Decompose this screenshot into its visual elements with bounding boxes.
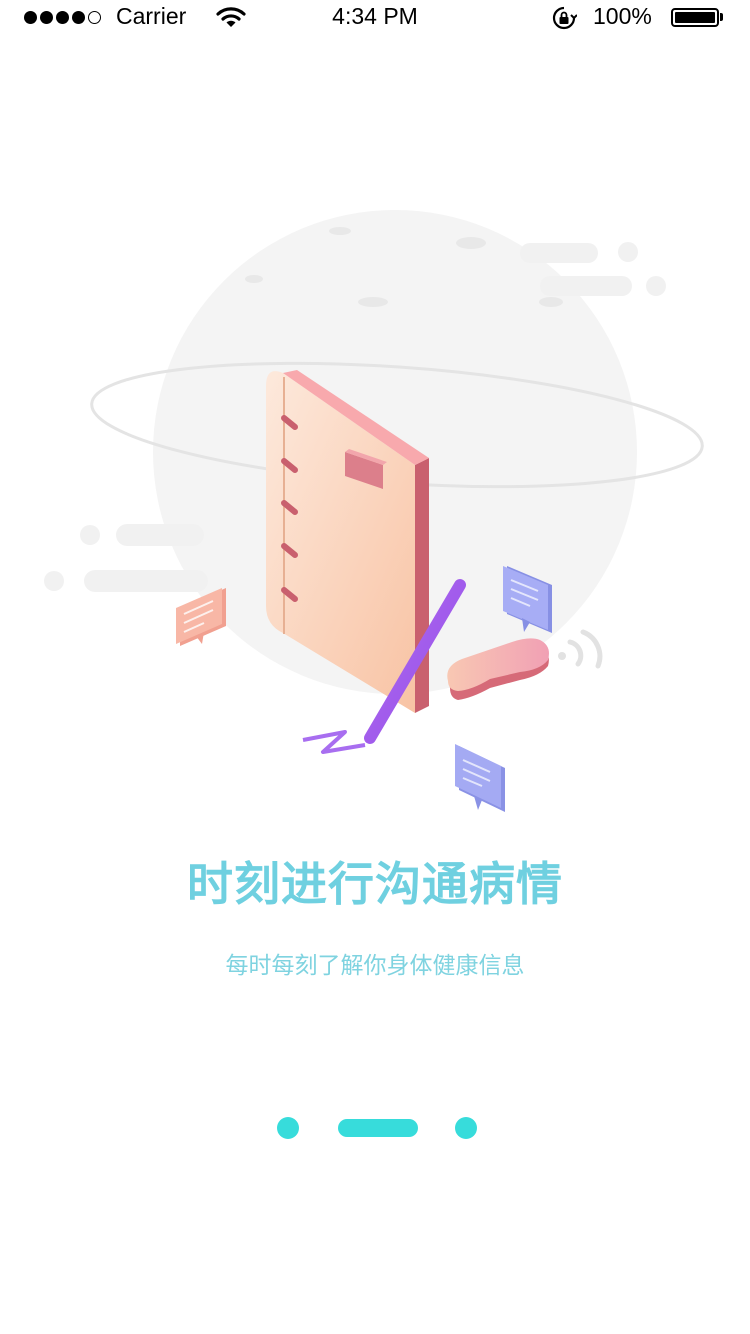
page-subtitle: 每时每刻了解你身体健康信息 xyxy=(225,952,525,978)
chat-bubble-icon xyxy=(176,588,226,646)
page-dot-2-active[interactable] xyxy=(338,1119,418,1137)
page-dot-1[interactable] xyxy=(277,1117,299,1139)
page-indicator xyxy=(0,1116,750,1140)
page-dot-3[interactable] xyxy=(455,1117,477,1139)
battery-icon xyxy=(671,8,719,27)
rotation-lock-icon xyxy=(552,6,577,30)
page-title: 时刻进行沟通病情 xyxy=(187,858,563,910)
chat-bubble-icon xyxy=(455,744,505,812)
battery-percentage: 100% xyxy=(593,3,652,29)
status-bar: Carrier 4:34 PM 100% xyxy=(0,0,750,36)
onboarding-illustration xyxy=(44,210,704,812)
